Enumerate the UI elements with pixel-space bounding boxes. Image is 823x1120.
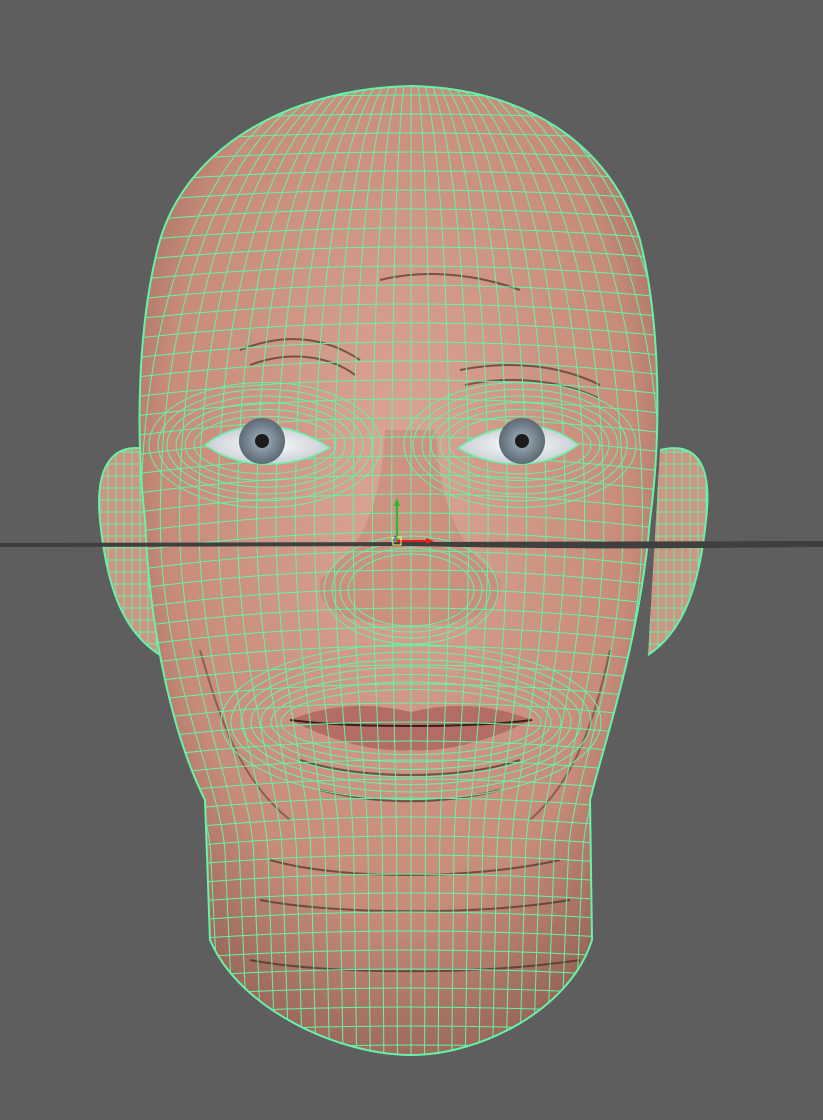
right-pupil	[515, 434, 529, 448]
viewport-canvas[interactable]	[0, 0, 823, 1120]
z-axis-label: z	[392, 534, 398, 544]
3d-viewport[interactable]: z	[0, 0, 823, 1120]
left-pupil	[255, 434, 269, 448]
head-mesh[interactable]	[100, 80, 720, 1060]
